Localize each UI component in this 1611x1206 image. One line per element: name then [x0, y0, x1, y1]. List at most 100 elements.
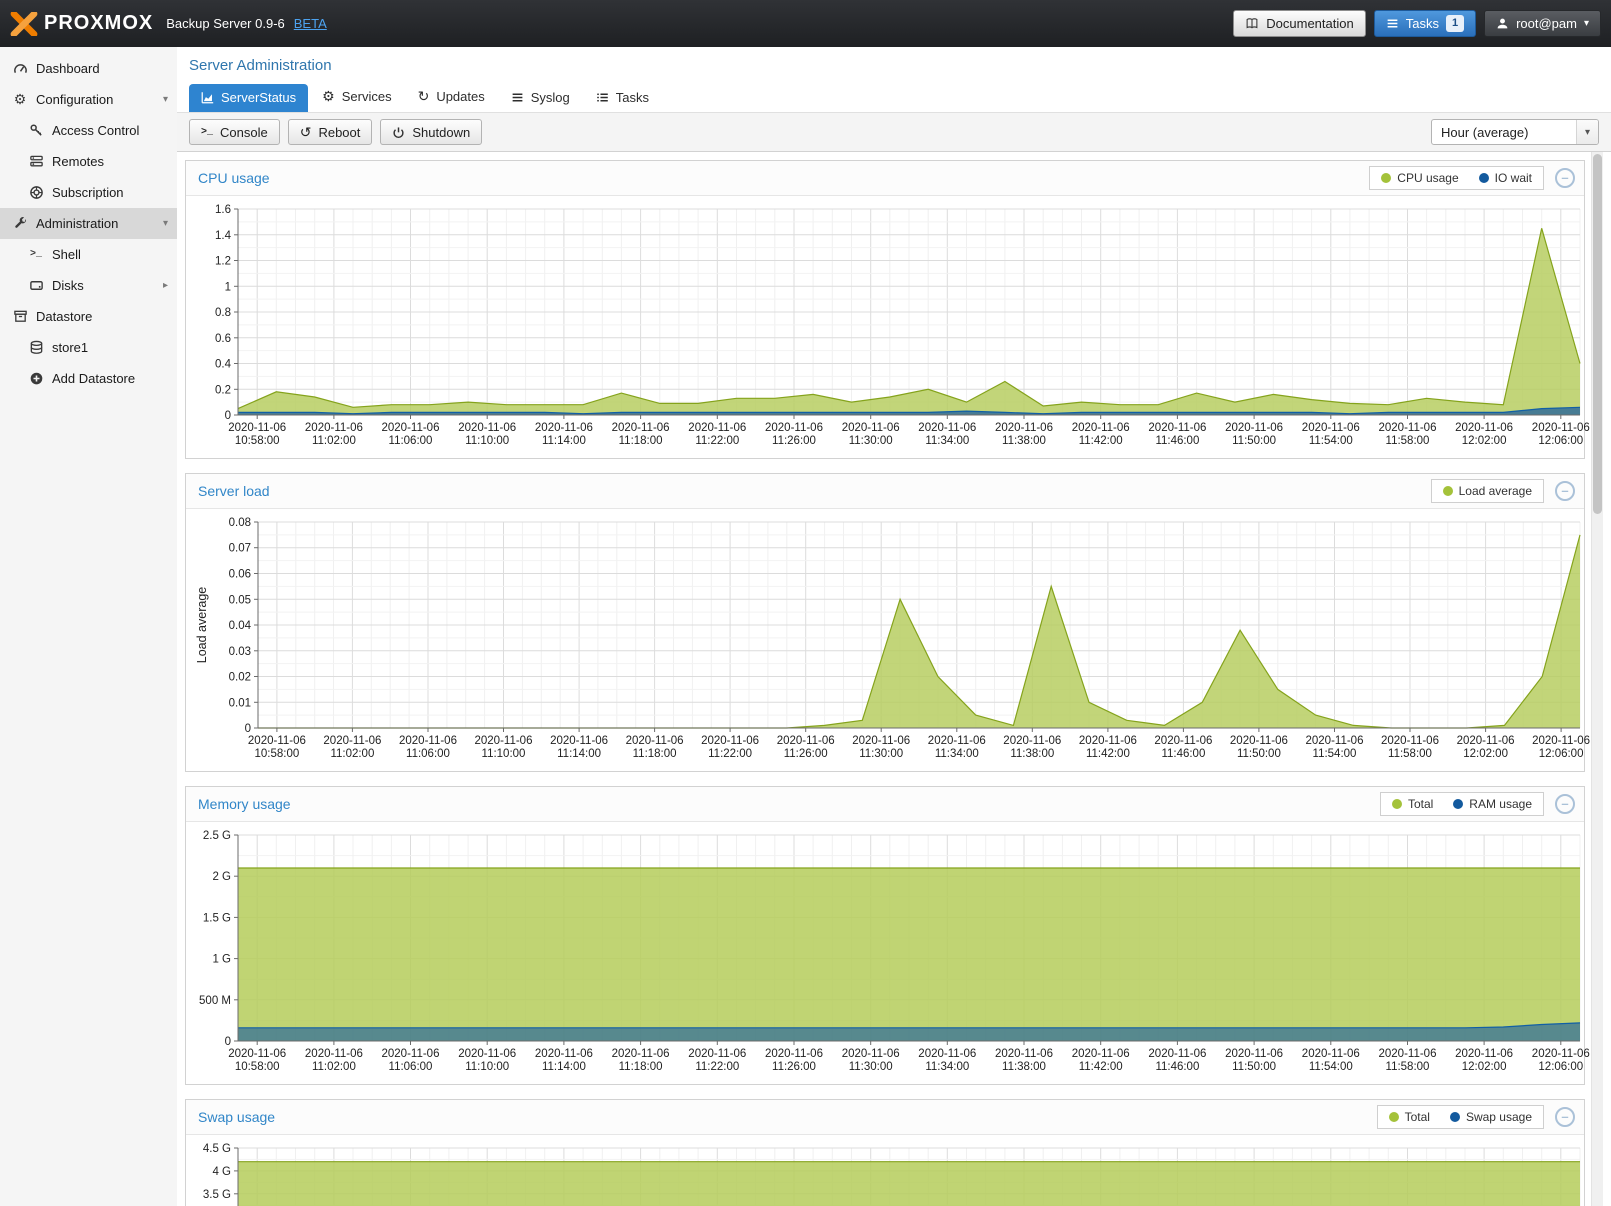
cpu-usage-panel: CPU usage CPU usageIO wait – 00.20.40.60…: [185, 160, 1585, 459]
legend-label: Load average: [1459, 484, 1532, 498]
sidebar-item-dashboard[interactable]: Dashboard: [0, 53, 177, 84]
svg-text:2020-11-06: 2020-11-06: [918, 422, 976, 434]
tab-label: Updates: [436, 89, 484, 104]
svg-text:11:42:00: 11:42:00: [1079, 1061, 1123, 1073]
tab-label: ServerStatus: [221, 90, 296, 105]
svg-text:0.02: 0.02: [229, 672, 251, 684]
server-load-panel: Server load Load average – 00.010.020.03…: [185, 473, 1585, 772]
svg-text:2020-11-06: 2020-11-06: [1379, 422, 1437, 434]
svg-text:2020-11-06: 2020-11-06: [382, 422, 440, 434]
panel-collapse-button[interactable]: –: [1555, 168, 1575, 188]
svg-text:11:54:00: 11:54:00: [1309, 1061, 1353, 1073]
tab-bar: ServerStatus ⚙ Services ↻ Updates Syslog: [177, 77, 1611, 112]
sidebar-item-access-control[interactable]: Access Control: [0, 115, 177, 146]
tab-tasks[interactable]: Tasks: [584, 84, 661, 112]
power-icon: [392, 126, 405, 139]
panel-collapse-button[interactable]: –: [1555, 794, 1575, 814]
terminal-icon: >_: [201, 127, 213, 138]
sidebar-item-add-datastore[interactable]: Add Datastore: [0, 363, 177, 394]
legend-item[interactable]: Total: [1389, 1110, 1430, 1124]
legend-label: CPU usage: [1397, 171, 1458, 185]
svg-text:0.04: 0.04: [229, 620, 252, 632]
memory-usage-panel: Memory usage TotalRAM usage – 0500 M1 G1…: [185, 786, 1585, 1085]
tab-serverstatus[interactable]: ServerStatus: [189, 84, 308, 112]
panel-collapse-button[interactable]: –: [1555, 1107, 1575, 1127]
svg-text:Load average: Load average: [195, 587, 209, 664]
sidebar-item-administration[interactable]: Administration ▾: [0, 208, 177, 239]
svg-text:11:42:00: 11:42:00: [1079, 435, 1123, 447]
svg-text:11:46:00: 11:46:00: [1161, 748, 1205, 760]
svg-text:11:02:00: 11:02:00: [330, 748, 374, 760]
tab-services[interactable]: ⚙ Services: [310, 82, 403, 112]
svg-text:11:30:00: 11:30:00: [849, 435, 893, 447]
svg-text:0.05: 0.05: [229, 594, 251, 606]
legend-item[interactable]: RAM usage: [1453, 797, 1532, 811]
svg-text:1.4: 1.4: [215, 230, 232, 242]
panel-collapse-button[interactable]: –: [1555, 481, 1575, 501]
sidebar-item-subscription[interactable]: Subscription: [0, 177, 177, 208]
svg-text:11:38:00: 11:38:00: [1002, 1061, 1046, 1073]
user-menu-button[interactable]: root@pam ▾: [1484, 10, 1601, 37]
svg-text:11:22:00: 11:22:00: [695, 435, 739, 447]
legend-item[interactable]: IO wait: [1479, 171, 1532, 185]
vertical-scrollbar[interactable]: [1591, 152, 1603, 1206]
shutdown-label: Shutdown: [412, 125, 470, 140]
reboot-button[interactable]: ↺ Reboot: [288, 119, 373, 145]
chevron-down-icon[interactable]: ▾: [163, 218, 168, 229]
svg-text:0.6: 0.6: [215, 333, 231, 345]
chevron-down-icon[interactable]: ▾: [163, 94, 168, 105]
beta-link[interactable]: BETA: [294, 16, 327, 31]
sidebar-item-shell[interactable]: >_ Shell: [0, 239, 177, 270]
svg-text:11:14:00: 11:14:00: [542, 1061, 586, 1073]
svg-text:11:38:00: 11:38:00: [1002, 435, 1046, 447]
sidebar-item-configuration[interactable]: ⚙ Configuration ▾: [0, 84, 177, 115]
svg-text:2020-11-06: 2020-11-06: [777, 735, 835, 747]
legend-label: Swap usage: [1466, 1110, 1532, 1124]
shutdown-button[interactable]: Shutdown: [380, 119, 482, 145]
svg-text:1.5 G: 1.5 G: [203, 912, 231, 924]
legend-label: Total: [1405, 1110, 1430, 1124]
svg-text:2020-11-06: 2020-11-06: [305, 1048, 363, 1060]
svg-text:11:42:00: 11:42:00: [1086, 748, 1130, 760]
sidebar-item-datastore[interactable]: Datastore: [0, 301, 177, 332]
svg-text:2020-11-06: 2020-11-06: [1381, 735, 1439, 747]
tasks-button[interactable]: Tasks 1: [1374, 10, 1476, 37]
documentation-button[interactable]: Documentation: [1233, 10, 1365, 37]
svg-text:11:58:00: 11:58:00: [1386, 1061, 1430, 1073]
legend-dot-icon: [1453, 799, 1463, 809]
terminal-icon: >_: [28, 247, 44, 263]
logo-text: PROXMOX: [44, 12, 153, 35]
svg-text:11:02:00: 11:02:00: [312, 435, 356, 447]
sidebar-item-remotes[interactable]: Remotes: [0, 146, 177, 177]
timeframe-value: Hour (average): [1441, 125, 1528, 140]
legend-label: IO wait: [1495, 171, 1532, 185]
sidebar-item-label: Subscription: [52, 185, 124, 200]
svg-text:2020-11-06: 2020-11-06: [535, 422, 593, 434]
status-panels-area: CPU usage CPU usageIO wait – 00.20.40.60…: [177, 152, 1611, 1206]
chart-legend: CPU usage IO wait: [1369, 166, 1544, 190]
legend-item[interactable]: Load average: [1443, 484, 1532, 498]
legend-item[interactable]: Total: [1392, 797, 1433, 811]
svg-text:12:02:00: 12:02:00: [1463, 748, 1508, 760]
scrollbar-thumb[interactable]: [1593, 154, 1602, 514]
svg-text:0.06: 0.06: [229, 569, 251, 581]
svg-text:11:46:00: 11:46:00: [1155, 435, 1199, 447]
timeframe-select[interactable]: Hour (average) ▾: [1431, 119, 1599, 145]
console-button[interactable]: >_ Console: [189, 119, 280, 145]
sidebar-item-store1[interactable]: store1: [0, 332, 177, 363]
tab-label: Syslog: [531, 90, 570, 105]
tab-syslog[interactable]: Syslog: [499, 84, 582, 112]
tasks-label: Tasks: [1406, 16, 1439, 31]
legend-item[interactable]: Swap usage: [1450, 1110, 1532, 1124]
svg-text:11:26:00: 11:26:00: [772, 435, 816, 447]
tab-updates[interactable]: ↻ Updates: [406, 82, 497, 112]
svg-text:12:02:00: 12:02:00: [1462, 435, 1507, 447]
chevron-right-icon[interactable]: ▸: [163, 280, 168, 291]
svg-text:2020-11-06: 2020-11-06: [1302, 422, 1360, 434]
svg-text:11:14:00: 11:14:00: [542, 435, 586, 447]
sidebar-item-disks[interactable]: Disks ▸: [0, 270, 177, 301]
svg-text:2020-11-06: 2020-11-06: [323, 735, 381, 747]
svg-text:12:06:00: 12:06:00: [1539, 748, 1584, 760]
legend-item[interactable]: CPU usage: [1381, 171, 1458, 185]
svg-text:11:54:00: 11:54:00: [1309, 435, 1353, 447]
